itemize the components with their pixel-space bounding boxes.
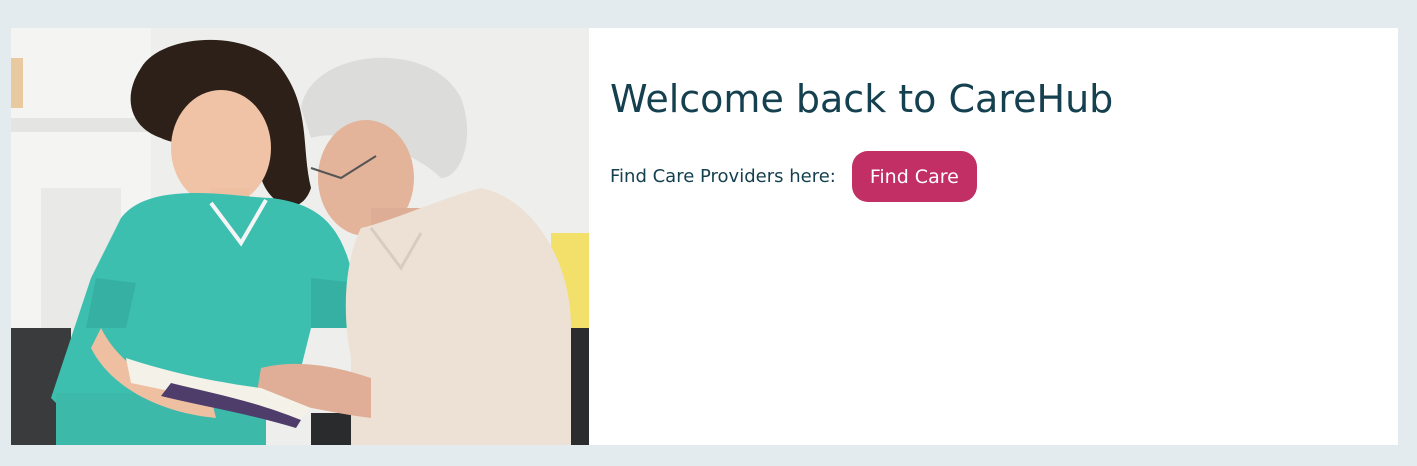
page-title: Welcome back to CareHub [610, 77, 1114, 121]
find-care-row: Find Care Providers here: Find Care [610, 151, 1378, 202]
find-care-label: Find Care Providers here: [610, 166, 836, 187]
welcome-content: Welcome back to CareHub Find Care Provid… [610, 76, 1378, 202]
find-care-button[interactable]: Find Care [851, 151, 977, 202]
hero-photo [11, 28, 589, 445]
welcome-card: Welcome back to CareHub Find Care Provid… [11, 28, 1398, 445]
